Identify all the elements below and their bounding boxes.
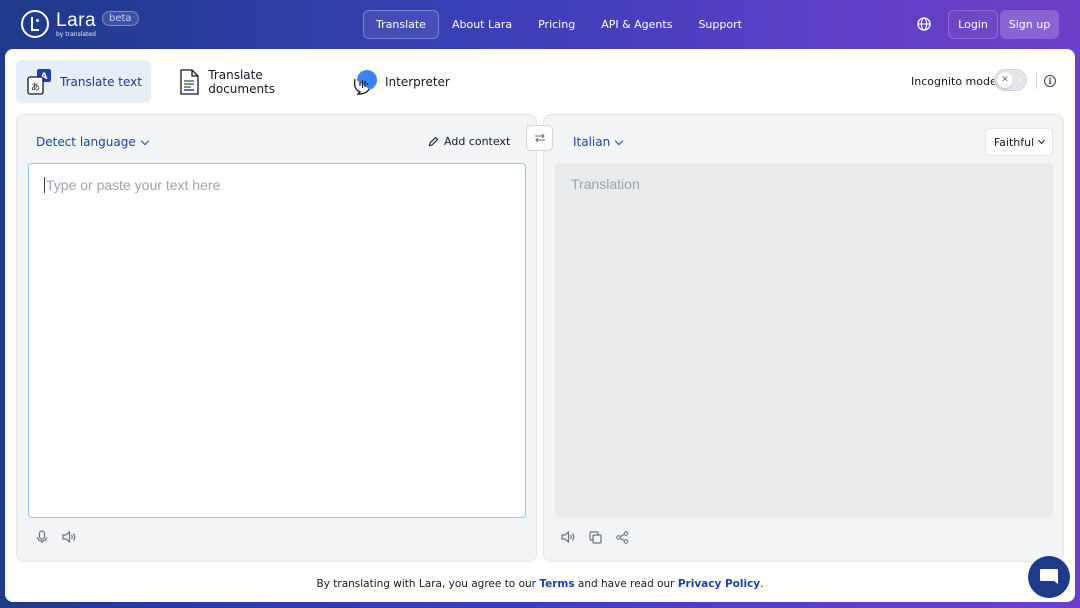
swap-icon [534, 133, 545, 143]
chevron-down-icon [1038, 136, 1046, 145]
lara-logo-icon [21, 10, 49, 38]
tab-interpreter[interactable]: Interpreter [341, 60, 451, 103]
source-panel: Detect language Add context Type or past… [16, 114, 537, 562]
privacy-policy-link[interactable]: Privacy Policy [678, 578, 760, 590]
incognito-toggle[interactable]: ✕ [994, 69, 1027, 91]
target-language-label: Italian [573, 135, 611, 149]
main-nav: Translate About Lara Pricing API & Agent… [363, 10, 755, 39]
share-icon[interactable] [615, 530, 629, 544]
nav-api-agents[interactable]: API & Agents [588, 10, 685, 39]
text-caret [44, 177, 45, 193]
info-icon[interactable]: i [1044, 75, 1056, 87]
top-navigation-bar: Lara by translated beta Translate About … [0, 0, 1080, 48]
source-language-select[interactable]: Detect language [36, 135, 149, 149]
translate-text-icon: A あ [26, 68, 54, 96]
nav-pricing[interactable]: Pricing [525, 10, 588, 39]
login-button[interactable]: Login [948, 10, 998, 39]
translation-style-label: Faithful [993, 135, 1035, 149]
globe-icon[interactable] [917, 17, 931, 31]
target-language-select[interactable]: Italian [573, 135, 624, 149]
speaker-icon[interactable] [561, 530, 575, 544]
divider [1036, 73, 1037, 89]
incognito-label: Incognito mode [911, 75, 997, 88]
terms-link[interactable]: Terms [539, 578, 574, 590]
chat-support-button[interactable] [1028, 556, 1070, 598]
source-tools [35, 530, 76, 544]
document-icon [175, 68, 202, 96]
chevron-down-icon [614, 136, 624, 145]
close-icon: ✕ [997, 72, 1013, 88]
swap-languages-button[interactable] [526, 125, 553, 151]
tab-translate-documents-label: Translate documents [208, 67, 276, 96]
logo-subtitle: by translated [56, 30, 96, 38]
translator-card: A あ Translate text Translate documents I… [5, 49, 1075, 602]
svg-text:あ: あ [31, 82, 40, 93]
microphone-icon[interactable] [35, 530, 49, 544]
source-text-input[interactable]: Type or paste your text here [28, 163, 526, 518]
logo-name: Lara [56, 9, 97, 31]
tab-translate-text-label: Translate text [60, 74, 142, 89]
translation-output: Translation [555, 163, 1053, 518]
signup-button[interactable]: Sign up [1000, 10, 1059, 39]
copy-icon[interactable] [588, 530, 602, 544]
tab-translate-text[interactable]: A あ Translate text [16, 60, 151, 103]
tab-interpreter-label: Interpreter [385, 74, 450, 89]
pencil-icon [428, 136, 439, 147]
interpreter-icon [351, 68, 379, 96]
chat-icon [1040, 569, 1058, 584]
tab-translate-documents[interactable]: Translate documents [165, 60, 330, 103]
footer-suffix: . [760, 578, 764, 590]
nav-translate[interactable]: Translate [363, 10, 439, 39]
source-placeholder: Type or paste your text here [46, 177, 221, 193]
translation-placeholder: Translation [571, 176, 640, 192]
target-panel: Italian Faithful Translation [543, 114, 1064, 562]
speaker-icon[interactable] [62, 530, 76, 544]
footer-middle: and have read our [577, 578, 675, 590]
beta-badge: beta [102, 11, 139, 26]
translation-style-select[interactable]: Faithful [985, 128, 1053, 156]
nav-support[interactable]: Support [685, 10, 754, 39]
add-context-label: Add context [444, 135, 511, 148]
source-language-label: Detect language [36, 135, 136, 149]
terms-footer: By translating with Lara, you agree to o… [5, 578, 1075, 590]
target-tools [561, 530, 629, 544]
chevron-down-icon [140, 136, 149, 145]
footer-prefix: By translating with Lara, you agree to o… [316, 578, 536, 590]
add-context-button[interactable]: Add context [428, 135, 510, 148]
nav-about-lara[interactable]: About Lara [439, 10, 525, 39]
lara-logo[interactable]: Lara by translated [21, 10, 96, 38]
